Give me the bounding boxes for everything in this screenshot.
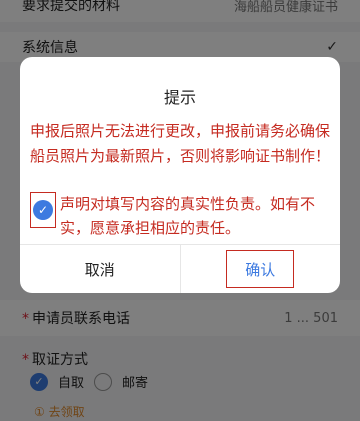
confirm-button[interactable]: 确认 [226, 250, 295, 288]
cancel-button[interactable]: 取消 [20, 245, 181, 293]
photo-warning-text: 申报后照片无法进行更改，申报前请务必确保船员照片为最新照片，否则将影响证书制作！ [30, 122, 331, 165]
agreement-checkbox-highlight[interactable]: ✓ [30, 192, 56, 228]
confirm-dialog: 提示 申报后照片无法进行更改，申报前请务必确保船员照片为最新照片，否则将影响证书… [20, 57, 340, 293]
dialog-footer: 取消 确认 [20, 244, 340, 293]
dialog-title: 提示 [163, 88, 196, 107]
agreement-row[interactable]: ✓ 声明对填写内容的真实性负责。如有不实，愿意承担相应的责任。 [30, 192, 330, 240]
check-icon[interactable]: ✓ [33, 200, 53, 220]
confirm-button-area[interactable]: 确认 [181, 245, 341, 293]
agreement-text: 声明对填写内容的真实性负责。如有不实，愿意承担相应的责任。 [60, 195, 316, 237]
